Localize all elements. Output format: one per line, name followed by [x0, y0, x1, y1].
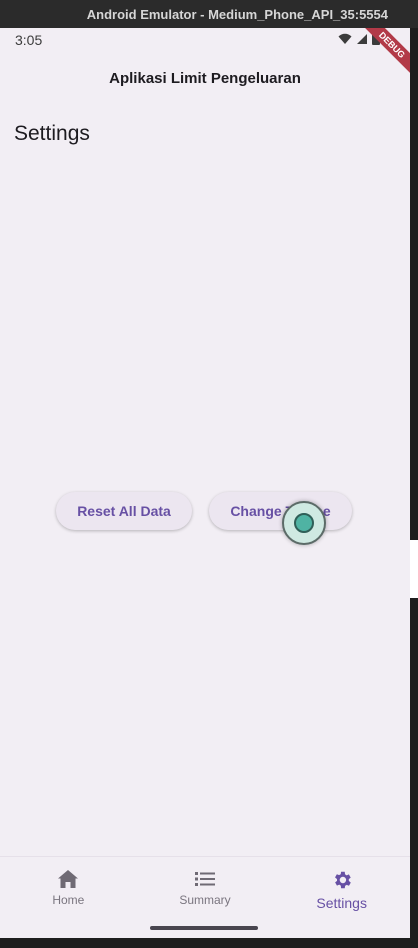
home-icon — [58, 870, 79, 888]
nav-label-summary: Summary — [179, 893, 231, 907]
status-time: 3:05 — [15, 32, 43, 48]
touch-indicator-dot — [294, 513, 314, 533]
nav-label-home: Home — [52, 893, 85, 907]
window-title: Android Emulator - Medium_Phone_API_35:5… — [86, 6, 388, 22]
emulator-window: Android Emulator - Medium_Phone_API_35:5… — [0, 0, 418, 948]
touch-indicator — [282, 501, 326, 545]
signal-icon — [357, 33, 367, 44]
reset-all-data-button[interactable]: Reset All Data — [56, 492, 192, 530]
nav-item-home[interactable]: Home — [0, 857, 137, 938]
nav-item-settings[interactable]: Settings — [273, 857, 410, 938]
app-bar-title: Aplikasi Limit Pengeluaran — [109, 70, 301, 87]
page-title: Settings — [14, 122, 90, 145]
gesture-home-bar[interactable] — [150, 926, 258, 930]
change-theme-button[interactable]: Change Theme — [209, 492, 352, 530]
nav-label-settings: Settings — [316, 895, 367, 911]
gear-icon — [334, 871, 351, 889]
window-titlebar: Android Emulator - Medium_Phone_API_35:5… — [0, 0, 418, 28]
wifi-icon — [338, 33, 352, 44]
list-icon — [195, 872, 215, 886]
device-screen: 3:05 DEBUG Aplikasi Limit Pengeluaran Se… — [0, 28, 410, 938]
status-bar: 3:05 DEBUG — [0, 28, 410, 79]
emulator-side-strip — [410, 540, 418, 598]
